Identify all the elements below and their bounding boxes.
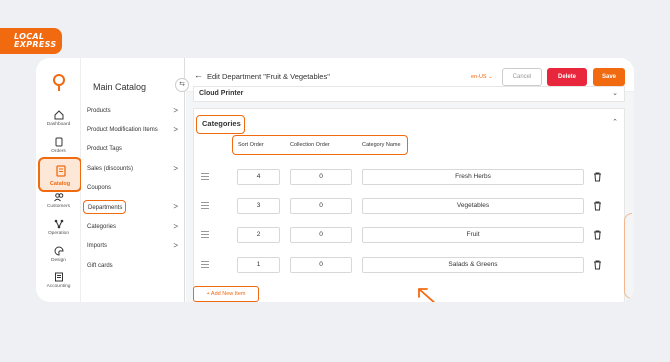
section-title: Cloud Printer xyxy=(199,90,244,97)
rail-customers[interactable]: Customers xyxy=(36,192,81,209)
collection-order-input[interactable]: 0 xyxy=(290,257,352,273)
subnav-label: Coupons xyxy=(87,185,112,191)
sort-order-input[interactable]: 4 xyxy=(237,169,280,185)
drag-handle-icon[interactable] xyxy=(201,202,209,210)
subnav-item-coupons[interactable]: Coupons xyxy=(86,181,178,195)
rail-label: Dashboard xyxy=(46,122,71,127)
drag-handle-icon[interactable] xyxy=(201,173,209,181)
subnav-label: Gift cards xyxy=(87,263,113,269)
chevron-up-icon[interactable]: ⌃ xyxy=(612,118,618,126)
category-name-field[interactable]: Fruit xyxy=(362,227,584,243)
chevron-right-icon: > xyxy=(173,241,178,250)
table-row: 4 0 Fresh Herbs xyxy=(194,169,626,185)
rail-orders[interactable]: Orders xyxy=(36,137,81,154)
drag-handle-icon[interactable] xyxy=(201,231,209,239)
people-icon xyxy=(53,193,63,202)
ledger-icon xyxy=(54,272,63,282)
chevron-right-icon: > xyxy=(173,164,178,173)
subnav-label: Departments xyxy=(88,205,123,211)
icon-rail: Dashboard Orders Catalog Customers Opera… xyxy=(36,58,82,302)
table-row: 1 0 Salads & Greens xyxy=(194,257,626,273)
rail-operation[interactable]: Operation xyxy=(36,219,81,236)
table-row: 3 0 Vegetables xyxy=(194,198,626,214)
scrollbar[interactable] xyxy=(624,213,632,299)
pointer-arrow-icon xyxy=(418,288,436,302)
rail-label: Operation xyxy=(47,231,70,236)
column-category-name: Category Name xyxy=(362,142,401,148)
brand-logo: LOCAL EXPRESS xyxy=(0,28,62,54)
table-row: 2 0 Fruit xyxy=(194,227,626,243)
collection-order-input[interactable]: 0 xyxy=(290,169,352,185)
chevron-right-icon: > xyxy=(173,106,178,115)
subnav-label: Product Modification Items xyxy=(87,127,158,133)
subnav-label: Products xyxy=(87,108,111,114)
main-content: ← Edit Department "Fruit & Vegetables" e… xyxy=(186,58,634,302)
subnav-label: Sales (discounts) xyxy=(87,166,134,172)
subnav-label: Product Tags xyxy=(87,146,122,152)
chevron-down-icon: ⌄ xyxy=(488,74,493,80)
subnav-item-departments[interactable]: Departments xyxy=(83,200,126,214)
subnav-title: Main Catalog xyxy=(93,82,147,92)
palette-icon xyxy=(54,246,64,256)
brand-line2: EXPRESS xyxy=(14,40,57,49)
category-name-field[interactable]: Fresh Herbs xyxy=(362,169,584,185)
sort-order-input[interactable]: 2 xyxy=(237,227,280,243)
subnav-item-sales[interactable]: Sales (discounts) > xyxy=(86,162,178,176)
rail-label: Customers xyxy=(46,204,71,209)
category-name-field[interactable]: Salads & Greens xyxy=(362,257,584,273)
subnav-item-product-modification-items[interactable]: Product Modification Items > xyxy=(86,123,178,137)
clipboard-icon xyxy=(55,137,62,147)
cancel-button[interactable]: Cancel xyxy=(502,68,542,86)
save-button[interactable]: Save xyxy=(593,68,625,86)
collection-order-input[interactable]: 0 xyxy=(290,227,352,243)
column-collection-order: Collection Order xyxy=(290,142,330,148)
collection-order-input[interactable]: 0 xyxy=(290,198,352,214)
app-window: Dashboard Orders Catalog Customers Opera… xyxy=(36,58,634,302)
subnav-item-imports[interactable]: Imports > xyxy=(86,239,178,253)
collapse-sidebar-icon[interactable]: ⇆ xyxy=(175,78,189,92)
subnav-label: Imports xyxy=(87,243,108,249)
back-arrow-icon[interactable]: ← xyxy=(194,70,203,80)
language-select[interactable]: en-US ⌄ xyxy=(471,74,493,80)
category-name-field[interactable]: Vegetables xyxy=(362,198,584,214)
chevron-right-icon: > xyxy=(173,202,178,211)
cloud-printer-section[interactable]: Cloud Printer ⌄ xyxy=(193,86,625,102)
chevron-right-icon: > xyxy=(173,222,178,231)
chevron-down-icon[interactable]: ⌄ xyxy=(612,89,618,97)
trash-icon[interactable] xyxy=(593,201,602,211)
home-icon xyxy=(54,110,63,120)
catalog-subnav: Main Catalog Products > Product Modificat… xyxy=(81,58,185,302)
rail-catalog[interactable]: Catalog xyxy=(38,157,82,192)
subnav-item-products[interactable]: Products > xyxy=(86,104,178,118)
trash-icon[interactable] xyxy=(593,172,602,182)
page-title: Edit Department "Fruit & Vegetables" xyxy=(207,72,330,81)
trash-icon[interactable] xyxy=(593,230,602,240)
subnav-item-gift-cards[interactable]: Gift cards xyxy=(86,259,178,273)
delete-button[interactable]: Delete xyxy=(547,68,587,86)
subnav-label: Categories xyxy=(87,224,117,230)
categories-section: Categories ⌃ Sort Order Collection Order… xyxy=(193,108,625,302)
sort-order-input[interactable]: 1 xyxy=(237,257,280,273)
rail-label: Design xyxy=(51,258,66,263)
rail-dashboard[interactable]: Dashboard xyxy=(36,110,81,127)
trash-icon[interactable] xyxy=(593,260,602,270)
rail-design[interactable]: Design xyxy=(36,246,81,263)
network-icon xyxy=(54,219,63,229)
add-new-item-button[interactable]: + Add New Item xyxy=(193,286,259,302)
language-value: en-US xyxy=(471,74,487,80)
catalog-icon xyxy=(56,165,66,177)
rail-label: Accounting xyxy=(46,284,71,289)
subnav-item-categories[interactable]: Categories > xyxy=(86,220,178,234)
sort-order-input[interactable]: 3 xyxy=(237,198,280,214)
rail-label: Orders xyxy=(51,149,66,154)
column-sort-order: Sort Order xyxy=(238,142,264,148)
section-title: Categories xyxy=(196,115,245,134)
rail-accounting[interactable]: Accounting xyxy=(36,272,81,289)
app-logo-icon xyxy=(53,74,65,91)
subnav-departments-chevron[interactable]: > xyxy=(168,200,178,214)
chevron-right-icon: > xyxy=(173,125,178,134)
drag-handle-icon[interactable] xyxy=(201,261,209,269)
rail-label: Catalog xyxy=(49,181,71,187)
subnav-item-product-tags[interactable]: Product Tags xyxy=(86,142,178,156)
